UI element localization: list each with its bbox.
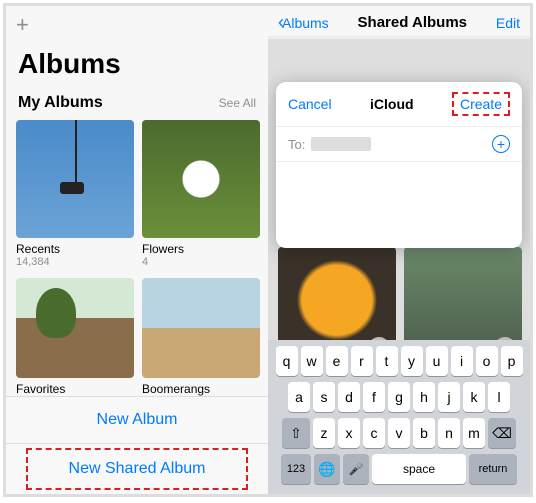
globe-icon: 🌐 (318, 461, 335, 478)
back-label: Albums (282, 15, 329, 31)
to-label: To: (288, 137, 305, 152)
key-y[interactable]: y (401, 346, 423, 376)
album-count: 14,384 (16, 256, 134, 268)
key-mic[interactable]: 🎤 (343, 454, 369, 484)
nav-title: Shared Albums (358, 14, 467, 31)
album-thumbnail (16, 278, 134, 378)
page-title: Albums (6, 44, 268, 90)
key-j[interactable]: j (438, 382, 460, 412)
add-contact-icon[interactable]: + (492, 135, 510, 153)
key-w[interactable]: w (301, 346, 323, 376)
album-item[interactable]: Recents 14,384 (16, 120, 134, 268)
edit-button[interactable]: Edit (496, 15, 520, 31)
album-name: Favorites (16, 382, 134, 396)
key-r[interactable]: r (351, 346, 373, 376)
album-thumbnail (16, 120, 134, 238)
key-p[interactable]: p (501, 346, 523, 376)
shift-icon: ⇧ (290, 425, 302, 442)
key-shift[interactable]: ⇧ (282, 418, 310, 448)
key-x[interactable]: x (338, 418, 360, 448)
key-backspace[interactable]: ⌫ (488, 418, 516, 448)
key-e[interactable]: e (326, 346, 348, 376)
popover-title: iCloud (370, 96, 414, 112)
key-i[interactable]: i (451, 346, 473, 376)
key-l[interactable]: l (488, 382, 510, 412)
to-field[interactable] (311, 137, 371, 151)
key-globe[interactable]: 🌐 (314, 454, 340, 484)
action-sheet: New Album New Shared Album (6, 396, 268, 494)
album-item[interactable]: Flowers 4 (142, 120, 260, 268)
key-c[interactable]: c (363, 418, 385, 448)
album-item[interactable]: Boomerangs (142, 278, 260, 396)
key-return[interactable]: return (469, 454, 517, 484)
key-m[interactable]: m (463, 418, 485, 448)
album-count: 4 (142, 256, 260, 268)
key-k[interactable]: k (463, 382, 485, 412)
album-thumbnail (142, 278, 260, 378)
new-shared-album-button[interactable]: New Shared Album (26, 448, 248, 490)
keyboard: q w e r t y u i o p a s d f g h j k l (268, 340, 530, 494)
create-button[interactable]: Create (452, 92, 510, 116)
nav-bar: ‹ Albums Shared Albums Edit (268, 6, 530, 39)
new-album-button[interactable]: New Album (6, 397, 268, 444)
key-g[interactable]: g (388, 382, 410, 412)
section-my-albums: My Albums (18, 94, 103, 112)
see-all-link[interactable]: See All (219, 96, 256, 110)
key-a[interactable]: a (288, 382, 310, 412)
key-n[interactable]: n (438, 418, 460, 448)
shared-albums-panel: ‹ Albums Shared Albums Edit JP Flowers J… (268, 6, 530, 494)
key-123[interactable]: 123 (281, 454, 311, 484)
key-d[interactable]: d (338, 382, 360, 412)
mic-icon: 🎤 (349, 462, 364, 476)
backspace-icon: ⌫ (492, 425, 512, 442)
key-s[interactable]: s (313, 382, 335, 412)
album-name: Flowers (142, 242, 260, 256)
album-thumbnail (142, 120, 260, 238)
key-space[interactable]: space (372, 454, 466, 484)
key-v[interactable]: v (388, 418, 410, 448)
share-popover: Cancel iCloud Create To: + (276, 82, 522, 248)
key-u[interactable]: u (426, 346, 448, 376)
album-name: Recents (16, 242, 134, 256)
key-q[interactable]: q (276, 346, 298, 376)
popover-body[interactable] (276, 162, 522, 248)
album-name: Boomerangs (142, 382, 260, 396)
back-button[interactable]: ‹ Albums (278, 12, 329, 33)
add-album-icon[interactable]: + (16, 12, 29, 37)
cancel-button[interactable]: Cancel (288, 96, 332, 112)
key-o[interactable]: o (476, 346, 498, 376)
key-b[interactable]: b (413, 418, 435, 448)
key-z[interactable]: z (313, 418, 335, 448)
album-item[interactable]: Favorites (16, 278, 134, 396)
albums-panel: + Albums My Albums See All Recents 14,38… (6, 6, 268, 494)
key-t[interactable]: t (376, 346, 398, 376)
key-h[interactable]: h (413, 382, 435, 412)
key-f[interactable]: f (363, 382, 385, 412)
